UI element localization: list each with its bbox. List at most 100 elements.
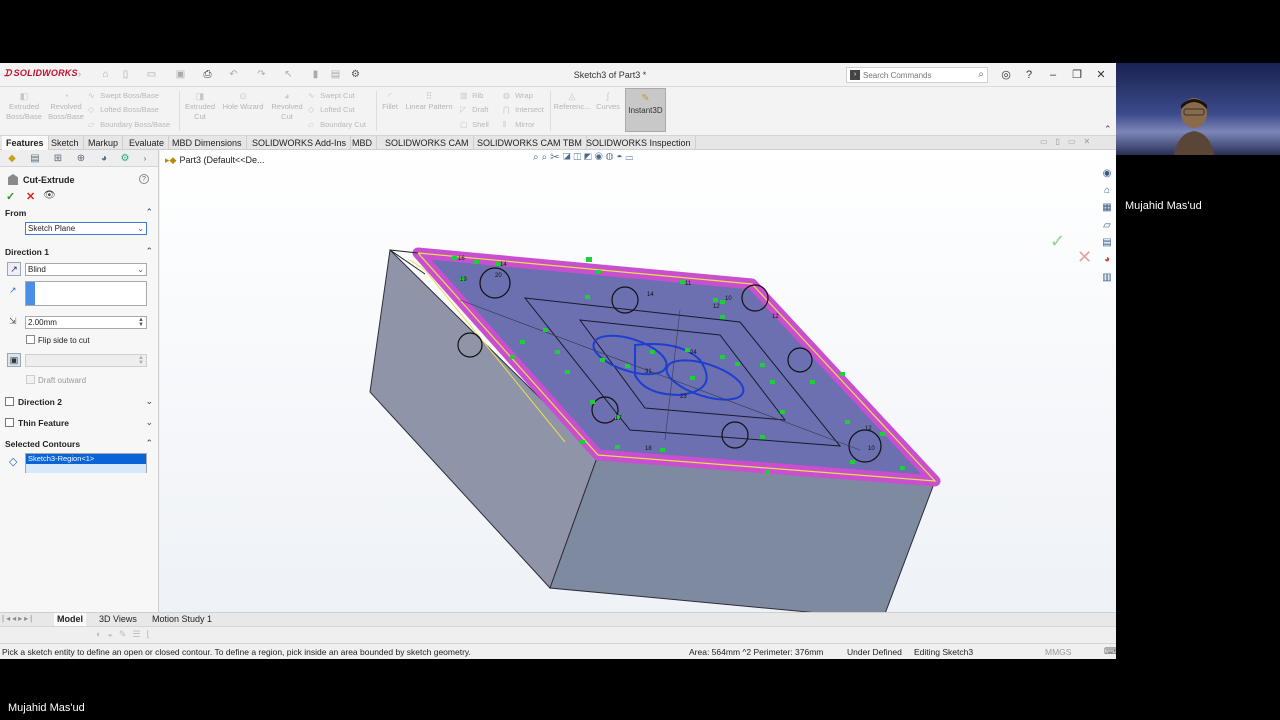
contours-list[interactable]: Sketch3-Region<1> [25, 453, 147, 473]
tab-markup[interactable]: Markup [84, 136, 124, 150]
resources-icon[interactable]: ◉ [1101, 168, 1113, 180]
previous-view-icon[interactable]: ✂ [550, 152, 563, 163]
linear-pattern-button[interactable]: ⠿ Linear Pattern [403, 91, 455, 112]
custom-properties-icon[interactable]: ▥ [1101, 272, 1113, 284]
close-button[interactable]: ✕ [1093, 67, 1109, 83]
new-file-icon[interactable]: ▯ [120, 69, 131, 80]
cancel-x-icon[interactable]: ✕ [26, 190, 35, 203]
property-manager-tab-icon[interactable]: ▤ [28, 152, 42, 165]
tab-evaluate[interactable]: Evaluate [125, 136, 170, 150]
section-view-icon[interactable]: ◪ [563, 152, 574, 163]
tab-navigation-arrows[interactable]: |◂◂▸▸| [2, 614, 34, 623]
tab-mbd[interactable]: MBD [348, 136, 377, 150]
zoom-area-icon[interactable]: ⌕ [542, 152, 551, 163]
swept-boss-button[interactable]: ∿ Swept Boss/Base [88, 91, 159, 100]
tab-model[interactable]: Model [54, 613, 86, 626]
depth-input[interactable]: 2.00mm ▲ ▼ [25, 316, 147, 329]
help-icon[interactable]: ? [139, 174, 149, 184]
draft-button[interactable]: ◸ Draft [460, 105, 488, 114]
search-commands[interactable]: › ⌕ [846, 67, 988, 83]
revolved-boss-button[interactable]: ◔ Revolved Boss/Base [46, 91, 86, 122]
preview-eye-icon[interactable]: 👁 [43, 190, 56, 201]
selected-contours-group-header[interactable]: Selected Contours ⌃ [5, 438, 155, 451]
tab-solidworks-inspection[interactable]: SOLIDWORKS Inspection [582, 136, 696, 150]
thin-feature-checkbox[interactable] [5, 418, 14, 427]
view-orientation-icon[interactable]: ◫ [573, 152, 584, 163]
tab-motion-study[interactable]: Motion Study 1 [149, 613, 215, 626]
flip-side-option[interactable]: Flip side to cut [26, 335, 90, 345]
view-palette-icon[interactable]: ▤ [1101, 237, 1113, 249]
spinner-icon[interactable]: ▲ ▼ [138, 317, 144, 328]
minimize-button[interactable]: – [1045, 67, 1061, 83]
confirm-checkmark-icon[interactable]: ✓ [1050, 231, 1065, 252]
reverse-direction-icon[interactable]: ↗ [7, 262, 21, 276]
wrap-button[interactable]: ◍ Wrap [503, 91, 533, 100]
hide-show-icon[interactable]: ◉ [595, 152, 606, 163]
undo-icon[interactable]: ↶ [228, 69, 239, 80]
tab-features[interactable]: Features [2, 136, 49, 150]
rebuild-icon[interactable]: ▮ [310, 69, 321, 80]
dimxpert-tab-icon[interactable]: ⊕ [74, 152, 88, 165]
fillet-button[interactable]: ◜ Fillet [378, 91, 402, 112]
design-library-icon[interactable]: ▦ [1101, 202, 1113, 214]
lofted-boss-button[interactable]: ◇ Lofted Boss/Base [88, 105, 159, 114]
options-gear-icon[interactable]: ⚙ [350, 69, 361, 80]
extruded-cut-button[interactable]: ◨ Extruded Cut [181, 91, 219, 122]
mirror-button[interactable]: ⫴ Mirror [503, 120, 535, 130]
shell-button[interactable]: ▢ Shell [460, 120, 489, 129]
thin-feature-group-header[interactable]: Thin Feature ⌄ [5, 417, 155, 430]
view-toolbar[interactable]: ⌕⌕✂◪◫◩◉◍◓▭ [533, 152, 636, 166]
reference-geometry-button[interactable]: ◬ Referenc... [552, 91, 592, 112]
boundary-cut-button[interactable]: ▱ Boundary Cut [308, 120, 366, 129]
collapse-ribbon-icon[interactable]: ⌃ [1104, 124, 1112, 135]
feature-manager-tab-icon[interactable]: ◆ [5, 152, 19, 165]
customize-icon[interactable]: ⌨ [1104, 646, 1116, 657]
restore-button[interactable]: ❐ [1069, 67, 1085, 83]
model-view[interactable]: 16 14 19 20 14 11 10 12 23 31 24 12 12 10 17 18 [160, 150, 1116, 624]
print-icon[interactable]: ⎙ [202, 69, 213, 80]
direction1-group-header[interactable]: Direction 1 ⌃ [5, 246, 155, 259]
breadcrumb[interactable]: ▸◆ Part3 (Default<<De... [165, 155, 265, 166]
direction-selection-box[interactable] [25, 281, 147, 306]
redo-icon[interactable]: ↷ [256, 69, 267, 80]
file-explorer-icon[interactable]: ▱ [1101, 220, 1113, 232]
save-icon[interactable]: ▣ [175, 69, 186, 80]
status-units[interactable]: MMGS [1045, 647, 1071, 657]
app-logo[interactable]: ᗪ SOLIDWORKS [4, 68, 78, 79]
from-select[interactable]: Sketch Plane ⌄ [25, 222, 147, 235]
scene-icon[interactable]: ◓ [617, 152, 626, 163]
search-input[interactable] [863, 69, 967, 81]
appearances-icon[interactable]: ◕ [1101, 254, 1113, 266]
end-condition-select[interactable]: Blind ⌄ [25, 263, 147, 276]
contour-list-item[interactable]: Sketch3-Region<1> [26, 454, 146, 464]
appearance-icon[interactable]: ◍ [606, 152, 617, 163]
flip-side-checkbox[interactable] [26, 335, 35, 344]
cam-tab-icon[interactable]: ⚙ [118, 152, 132, 165]
direction2-checkbox[interactable] [5, 397, 14, 406]
lofted-cut-button[interactable]: ◇ Lofted Cut [308, 105, 355, 114]
direction2-group-header[interactable]: Direction 2 ⌄ [5, 396, 155, 409]
tab-3d-views[interactable]: 3D Views [96, 613, 140, 626]
hole-wizard-button[interactable]: ⊙ Hole Wizard [220, 91, 266, 112]
display-manager-tab-icon[interactable]: ◕ [97, 152, 111, 165]
tab-solidworks-add-ins[interactable]: SOLIDWORKS Add-Ins [248, 136, 352, 150]
tab-mbd-dimensions[interactable]: MBD Dimensions [168, 136, 247, 150]
tab-solidworks-cam-tbm[interactable]: SOLIDWORKS CAM TBM [473, 136, 587, 150]
file-properties-icon[interactable]: ▤ [330, 69, 341, 80]
ok-checkmark-icon[interactable]: ✓ [6, 190, 15, 203]
user-account-icon[interactable]: ◎ [998, 67, 1014, 83]
instant3d-button[interactable]: ✎ Instant3D [625, 88, 666, 132]
configuration-manager-tab-icon[interactable]: ⊞ [51, 152, 65, 165]
home-icon[interactable]: ⌂ [100, 69, 111, 80]
open-file-icon[interactable]: ▭ [146, 69, 157, 80]
boundary-boss-button[interactable]: ▱ Boundary Boss/Base [88, 120, 170, 129]
view-settings-icon[interactable]: ▭ [626, 152, 637, 163]
tab-solidworks-cam[interactable]: SOLIDWORKS CAM [381, 136, 474, 150]
help-icon[interactable]: ? [1021, 67, 1037, 83]
window-layout-icons[interactable]: ▭▯▭✕ [1040, 137, 1098, 146]
search-icon[interactable]: ⌕ [978, 69, 984, 80]
rib-button[interactable]: ▥ Rib [460, 91, 483, 100]
zoom-to-fit-icon[interactable]: ⌕ [533, 152, 542, 163]
select-icon[interactable]: ↖ [283, 69, 294, 80]
tab-sketch[interactable]: Sketch [47, 136, 84, 150]
